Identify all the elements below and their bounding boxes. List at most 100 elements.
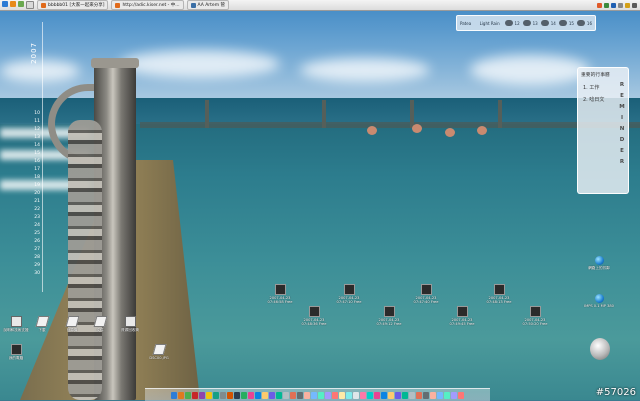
desktop-icon-file[interactable]: 2007-04-23 07:49:12 Free	[371, 306, 407, 326]
tray-network-icon[interactable]	[604, 2, 609, 8]
taskbar-task-label: AA Artem 管	[197, 3, 226, 8]
dock-app-icon[interactable]	[332, 391, 338, 399]
tray-shield-icon[interactable]	[611, 2, 616, 8]
calendar-day[interactable]: 10	[30, 110, 40, 118]
dock-app-icon[interactable]	[381, 391, 387, 399]
calendar-day[interactable]: 17	[30, 166, 40, 174]
calendar-day[interactable]: 25	[30, 230, 40, 238]
dock-app-icon[interactable]	[318, 391, 324, 399]
calendar-days: 10 11 12 13 14 15 16 17 18 19 20 21 22 23 24 25 26 27 28 29…	[30, 110, 40, 278]
dock-app-icon[interactable]	[360, 391, 366, 399]
dock-app-icon[interactable]	[437, 391, 443, 399]
reminder-letter: E	[620, 93, 624, 99]
dock-app-icon[interactable]	[213, 391, 219, 399]
messenger-icon[interactable]	[18, 1, 24, 7]
calendar-day[interactable]: 30	[30, 270, 40, 278]
dock-app-icon[interactable]	[283, 391, 289, 399]
desktop-icon[interactable]	[26, 1, 34, 9]
calendar-day[interactable]: 21	[30, 198, 40, 206]
dock-app-icon[interactable]	[262, 391, 268, 399]
dock-app-icon[interactable]	[367, 391, 373, 399]
calendar-day[interactable]: 18	[30, 174, 40, 182]
reminder-widget[interactable]: 重要的行事曆 1. 工作 2. 唸日文 REMINDER	[577, 67, 629, 194]
calendar-day[interactable]: 22	[30, 206, 40, 214]
calendar-day[interactable]: 19	[30, 182, 40, 190]
dock-app-icon[interactable]	[451, 391, 457, 399]
calendar-day[interactable]: 27	[30, 246, 40, 254]
tray-clock-icon[interactable]	[632, 2, 637, 8]
desktop-icon-file[interactable]: 2007-04-23 07:47:40 Free	[408, 284, 444, 304]
tray-volume-icon[interactable]	[618, 2, 623, 8]
dock-app-icon[interactable]	[171, 391, 177, 399]
calendar-day[interactable]: 20	[30, 190, 40, 198]
reminder-letter: N	[619, 126, 625, 132]
desktop-icon-file[interactable]: 2007-04-23 07:47:10 Free	[331, 284, 367, 304]
dock-app-icon[interactable]	[227, 391, 233, 399]
calendar-day[interactable]: 14	[30, 142, 40, 150]
dock-app-icon[interactable]	[416, 391, 422, 399]
desktop-icon-recycle-bin[interactable]: 資源回收筒	[112, 316, 148, 332]
dock-app-icon[interactable]	[374, 391, 380, 399]
calendar-day[interactable]: 16	[30, 158, 40, 166]
orb-launcher-icon[interactable]	[590, 338, 610, 360]
dock-app-icon[interactable]	[458, 391, 464, 399]
desktop-icon-file[interactable]: 2007-04-23 07:46:58 Free	[262, 284, 298, 304]
dock-app-icon[interactable]	[388, 391, 394, 399]
taskbar-task-1[interactable]: bbbbb01 [大家一起來分享]	[37, 0, 109, 10]
desktop-icon-network[interactable]: 網路上的芳鄰	[581, 256, 617, 270]
dock-app-icon[interactable]	[311, 391, 317, 399]
dock-app-icon[interactable]	[269, 391, 275, 399]
dock-app-icon[interactable]	[346, 391, 352, 399]
reminder-item: 1. 工作	[583, 85, 600, 91]
dock-app-icon[interactable]	[395, 391, 401, 399]
terminal-icon	[529, 306, 541, 317]
dock-app-icon[interactable]	[339, 391, 345, 399]
calendar-day[interactable]: 15	[30, 150, 40, 158]
dock-app-icon[interactable]	[402, 391, 408, 399]
dock-app-icon[interactable]	[430, 391, 436, 399]
dock-app-icon[interactable]	[234, 391, 240, 399]
desktop-icon-photo[interactable]: DSC00.JPG	[141, 344, 177, 360]
desktop-icon-my-computer[interactable]: 我的電腦	[0, 344, 34, 360]
calendar-day[interactable]: 23	[30, 214, 40, 222]
calendar-day[interactable]: 11	[30, 118, 40, 126]
dock-app-icon[interactable]	[276, 391, 282, 399]
dock-app-icon[interactable]	[297, 391, 303, 399]
dock-app-icon[interactable]	[353, 391, 359, 399]
dock-app-icon[interactable]	[248, 391, 254, 399]
dock-app-icon[interactable]	[255, 391, 261, 399]
dock-app-icon[interactable]	[290, 391, 296, 399]
calendar-day[interactable]: 26	[30, 238, 40, 246]
desktop-icon-file[interactable]: 2007-04-23 07:49:45 Free	[444, 306, 480, 326]
dock-app-icon[interactable]	[192, 391, 198, 399]
calendar-day[interactable]: 12	[30, 126, 40, 134]
tray-messenger-icon[interactable]	[625, 2, 630, 8]
desktop-icon-file[interactable]: 2007-04-23 07:48:36 Free	[296, 306, 332, 326]
calendar-day[interactable]: 28	[30, 254, 40, 262]
dock-app-icon[interactable]	[178, 391, 184, 399]
dock-app-icon[interactable]	[185, 391, 191, 399]
weather-widget[interactable]: Patea Light Rain 12 13 14 15 16	[456, 15, 596, 31]
firefox-icon[interactable]	[10, 1, 16, 7]
dock-app-icon[interactable]	[325, 391, 331, 399]
dock-app-icon[interactable]	[241, 391, 247, 399]
desktop-icon-file[interactable]: 2007-04-23 07:50:20 Free	[517, 306, 553, 326]
tray-app-icon[interactable]	[597, 2, 602, 8]
desktop-icon-imps[interactable]: IMPS 0.1 MP 380	[581, 294, 617, 308]
computer-icon	[10, 344, 22, 355]
taskbar-task-3[interactable]: AA Artem 管	[186, 0, 230, 10]
dock-app-icon[interactable]	[206, 391, 212, 399]
dock-app-icon[interactable]	[423, 391, 429, 399]
dock-app-icon[interactable]	[199, 391, 205, 399]
calendar-day[interactable]: 29	[30, 262, 40, 270]
calendar-day[interactable]: 13	[30, 134, 40, 142]
start-icon[interactable]	[2, 1, 8, 7]
rain-cloud-icon	[576, 20, 585, 26]
dock-app-icon[interactable]	[304, 391, 310, 399]
dock-app-icon[interactable]	[444, 391, 450, 399]
desktop-icon-file[interactable]: 2007-04-23 07:48:13 Free	[481, 284, 517, 304]
dock-app-icon[interactable]	[409, 391, 415, 399]
taskbar-task-2[interactable]: http://adic.kiser.net - 中...	[111, 0, 184, 10]
dock-app-icon[interactable]	[220, 391, 226, 399]
calendar-day[interactable]: 24	[30, 222, 40, 230]
